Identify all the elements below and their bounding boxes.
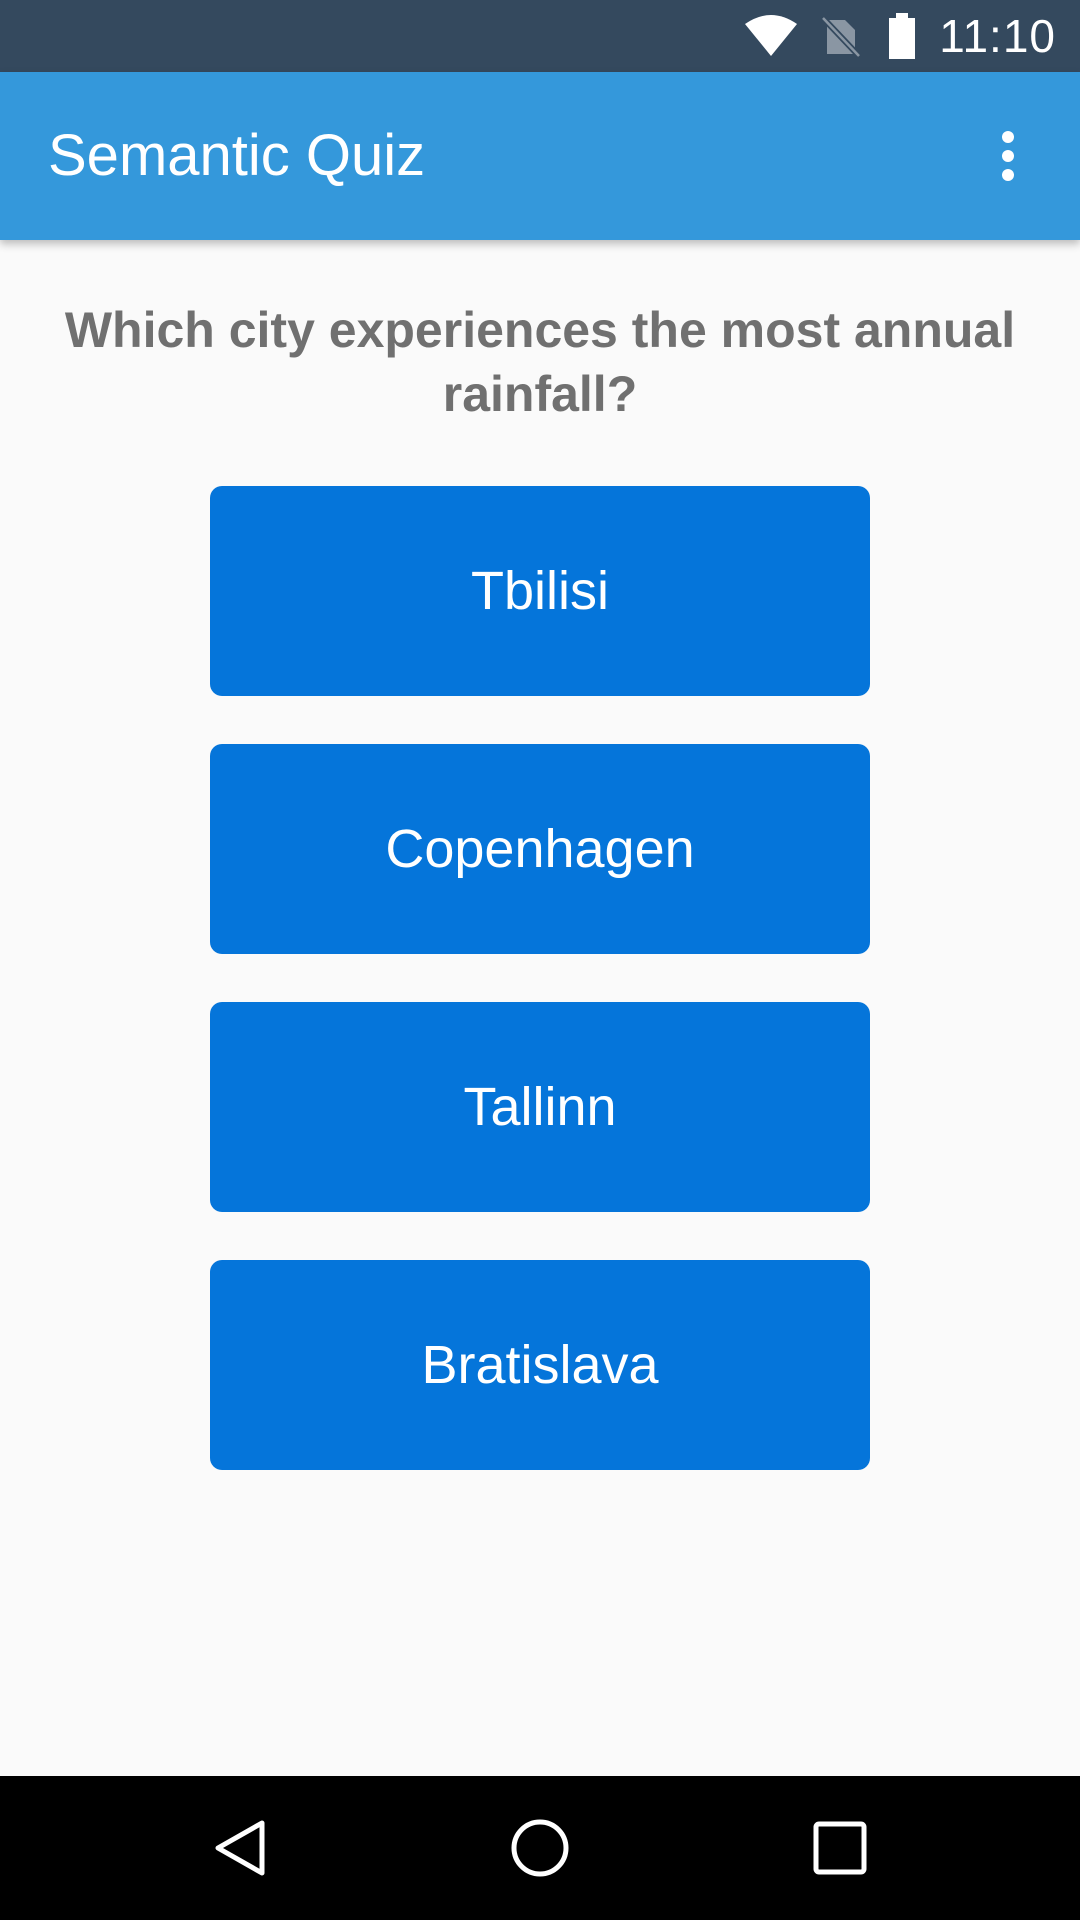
answer-button-4[interactable]: Bratislava [210, 1260, 870, 1470]
battery-icon [889, 13, 916, 59]
answer-button-3[interactable]: Tallinn [210, 1002, 870, 1212]
home-icon [511, 1819, 569, 1877]
status-icons: 11:10 [743, 0, 1056, 72]
recents-button[interactable] [792, 1800, 888, 1896]
navigation-bar [0, 1776, 1080, 1920]
home-button[interactable] [492, 1800, 588, 1896]
wifi-icon [745, 15, 798, 56]
status-clock: 11:10 [939, 10, 1056, 62]
answer-button-1[interactable]: Tbilisi [210, 486, 870, 696]
app-title: Semantic Quiz [48, 123, 426, 188]
status-bar: 11:10 [0, 0, 1080, 72]
back-button[interactable] [192, 1800, 288, 1896]
question-text: Which city experiences the most annual r… [64, 302, 1016, 422]
answer-button-2[interactable]: Copenhagen [210, 744, 870, 954]
no-sim-icon [821, 15, 862, 58]
answer-list: Tbilisi Copenhagen Tallinn Bratislava [210, 486, 870, 1518]
recents-icon [813, 1821, 867, 1875]
app-bar: Semantic Quiz [0, 72, 1080, 240]
more-vert-icon [1002, 131, 1014, 181]
back-icon [215, 1820, 265, 1876]
overflow-menu-button[interactable] [960, 108, 1056, 204]
